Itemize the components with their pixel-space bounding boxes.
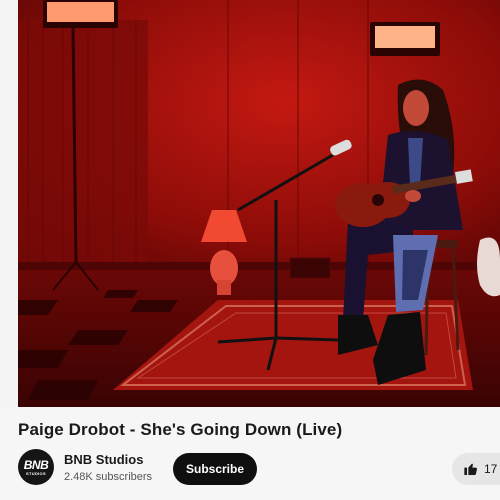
- curtain-left: [18, 20, 148, 268]
- video-frame: [18, 0, 500, 407]
- channel-avatar[interactable]: BNB STUDIOS: [18, 449, 54, 485]
- thumbs-up-icon: [463, 461, 479, 477]
- avatar-logo-subtext: STUDIOS: [26, 470, 46, 476]
- studio-light-right: [375, 26, 435, 48]
- studio-light-left: [47, 2, 114, 22]
- video-metadata: Paige Drobot - She's Going Down (Live) B…: [0, 407, 500, 500]
- video-title: Paige Drobot - She's Going Down (Live): [18, 420, 343, 439]
- like-count: 17: [484, 462, 498, 476]
- avatar-logo-text: BNB: [23, 457, 49, 472]
- channel-name[interactable]: BNB Studios: [64, 452, 143, 467]
- subscribe-button[interactable]: Subscribe: [173, 453, 257, 485]
- subscriber-count: 2.48K subscribers: [64, 471, 153, 483]
- like-button[interactable]: 17: [452, 453, 500, 485]
- video-player[interactable]: [18, 0, 500, 407]
